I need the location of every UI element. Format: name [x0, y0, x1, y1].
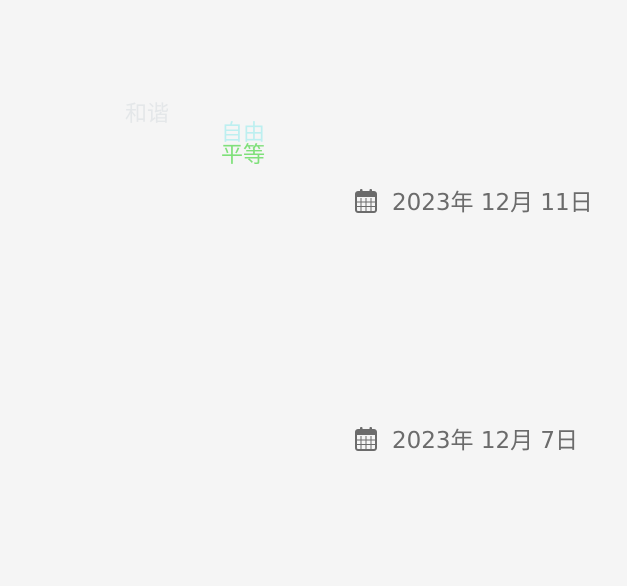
- calendar-icon: [354, 188, 378, 214]
- floating-word-harmony: 和谐: [125, 102, 170, 127]
- post-date-text: 2023年 12月 11日: [392, 189, 593, 216]
- post-date-1: 2023年 12月 11日: [354, 188, 593, 216]
- floating-word-equality: 平等: [221, 143, 266, 168]
- floating-word-freedom: 自由: [221, 121, 266, 146]
- calendar-icon: [354, 426, 378, 452]
- post-date-text: 2023年 12月 7日: [392, 427, 579, 454]
- post-date-2: 2023年 12月 7日: [354, 426, 579, 454]
